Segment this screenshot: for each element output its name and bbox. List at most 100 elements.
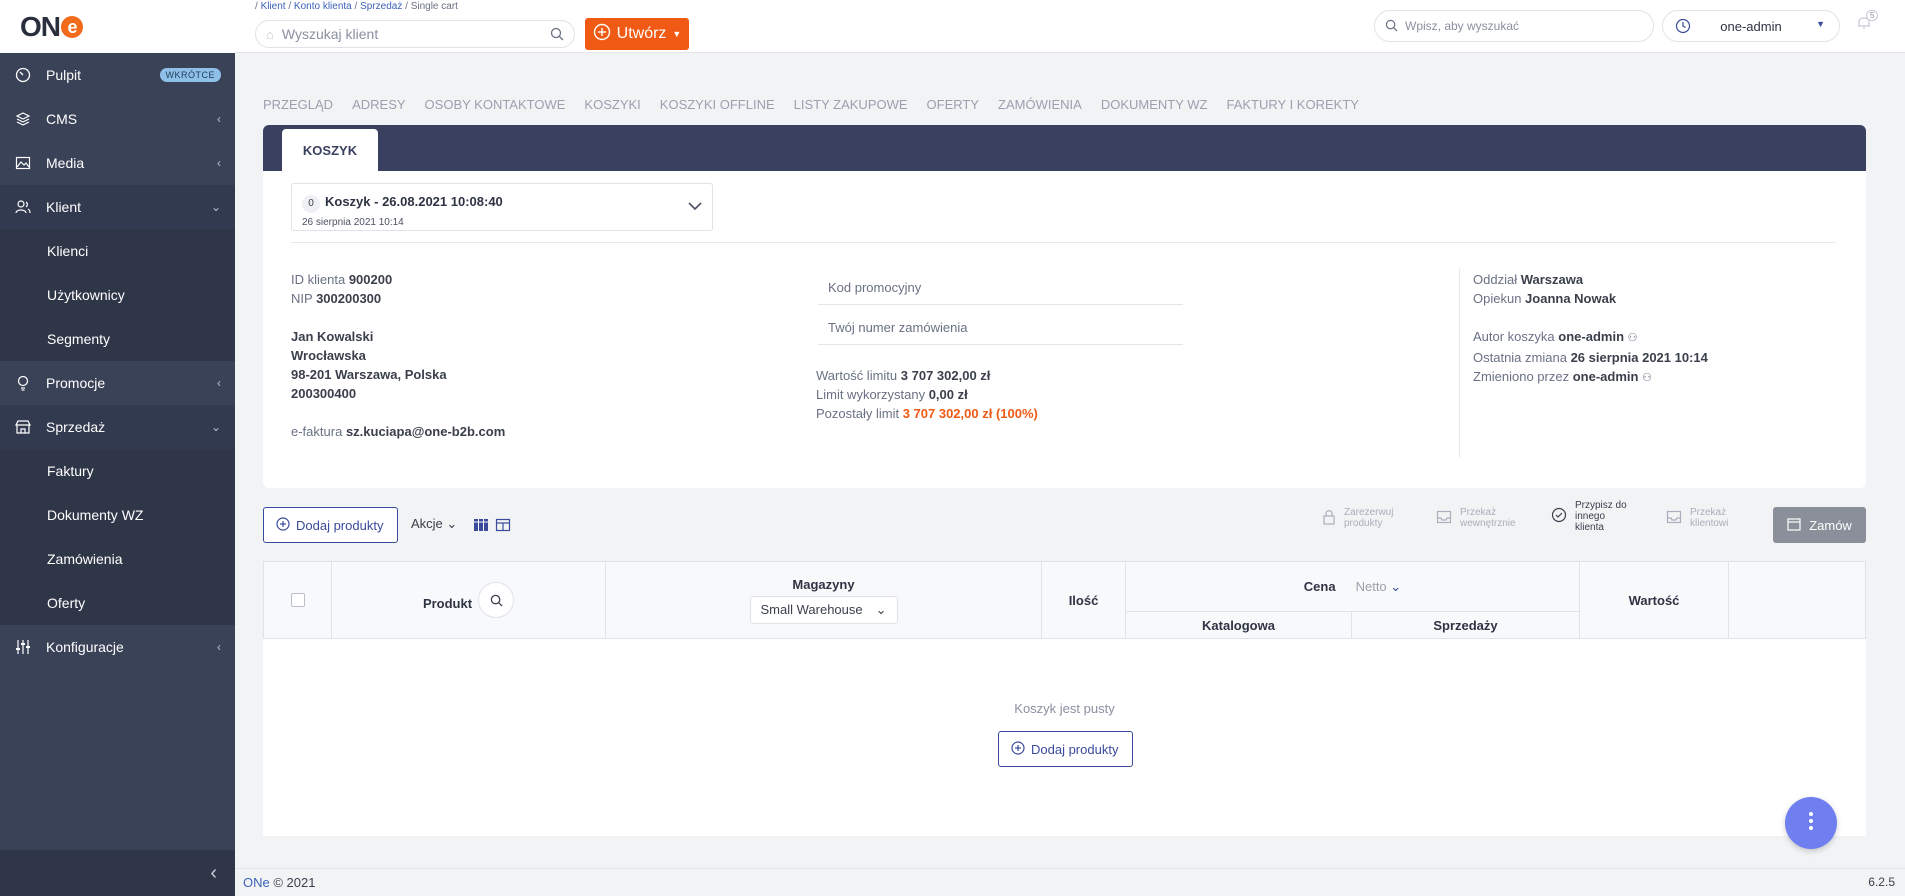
add-products-button[interactable]: Dodaj produkty (263, 507, 398, 543)
sidebar-item-dokumenty-wz[interactable]: Dokumenty WZ (0, 493, 235, 537)
tab-listy-zakupowe[interactable]: LISTY ZAKUPOWE (794, 97, 908, 112)
sidebar-item-label: Sprzedaż (46, 419, 106, 435)
tab-faktury-i-korekty[interactable]: FAKTURY I KOREKTY (1226, 97, 1358, 112)
breadcrumb-current: Single cart (410, 1, 458, 12)
limit-left-label: Pozostały limit (816, 406, 900, 421)
view-switcher (473, 517, 511, 538)
tab-koszyk[interactable]: KOSZYK (282, 129, 378, 171)
logo-text: ON (20, 10, 61, 42)
actions-dropdown[interactable]: Akcje ⌄ (411, 516, 457, 532)
calendar-icon (1787, 517, 1801, 534)
chevron-down-icon: ⌄ (875, 601, 887, 617)
tab-osoby-kontaktowe[interactable]: OSOBY KONTAKTOWE (425, 97, 566, 112)
sidebar-item-zamowienia[interactable]: Zamówienia (0, 537, 235, 581)
plus-circle-icon (276, 516, 290, 534)
order-number-field[interactable]: Twój numer zamówienia (818, 312, 1183, 345)
sidebar-item-promocje[interactable]: Promocje ‹ (0, 361, 235, 405)
client-search-input[interactable]: ⌂ Wyszukaj klient (255, 20, 575, 48)
chevron-left-icon: ‹ (217, 640, 221, 654)
footer-brand[interactable]: ONe (243, 875, 270, 890)
order-button[interactable]: Zamów (1773, 507, 1866, 543)
client-city: 98-201 Warszawa, Polska (291, 367, 447, 382)
create-button[interactable]: Utwórz ▼ (585, 18, 689, 50)
promo-code-field[interactable]: Kod promocyjny (818, 272, 1183, 305)
product-search-button[interactable] (478, 582, 515, 618)
more-actions-fab[interactable] (1785, 797, 1837, 849)
vertical-divider (1459, 268, 1460, 458)
tab-zamowienia[interactable]: ZAMÓWIENIA (998, 97, 1082, 112)
breadcrumb-link[interactable]: Klient (261, 1, 286, 12)
tab-koszyki-offline[interactable]: KOSZYKI OFFLINE (660, 97, 775, 112)
sidebar-item-oferty[interactable]: Oferty (0, 581, 235, 625)
sidebar-collapse-button[interactable]: ‹ (0, 850, 235, 896)
user-icon[interactable]: ⚇ (1642, 372, 1652, 384)
sidebar-item-label: Media (46, 155, 85, 171)
logo-e: e (61, 15, 83, 38)
caret-down-icon: ▼ (1816, 19, 1825, 29)
sidebar-item-segmenty[interactable]: Segmenty (0, 317, 235, 361)
reserve-line1: Zarezerwuj (1344, 507, 1394, 518)
plus-circle-icon (593, 23, 611, 46)
sidebar-item-konfiguracje[interactable]: Konfiguracje ‹ (0, 625, 235, 669)
changed-by-label: Zmieniono przez (1473, 369, 1570, 384)
tab-koszyki[interactable]: KOSZYKI (584, 97, 640, 112)
transfer-client-button[interactable]: Przekaż klientowi (1666, 507, 1728, 529)
sidebar-item-pulpit[interactable]: Pulpit WKRÓTCE (0, 53, 235, 97)
chevron-down-icon: ⌄ (210, 420, 221, 434)
client-street: Wrocławska (291, 348, 366, 363)
card-header: KOSZYK (263, 125, 1866, 171)
breadcrumb: / Klient / Konto klienta / Sprzedaż / Si… (255, 1, 458, 12)
user-icon[interactable]: ⚇ (1628, 332, 1638, 344)
chevron-left-icon: ‹ (217, 376, 221, 390)
sidebar-item-klient[interactable]: Klient ⌄ (0, 185, 235, 229)
assign-client-button[interactable]: Przypisz do innego klienta (1551, 500, 1627, 533)
client-email: sz.kuciapa@one-b2b.com (345, 424, 506, 439)
client-phone: 200300400 (291, 386, 357, 401)
tab-dokumenty-wz[interactable]: DOKUMENTY WZ (1101, 97, 1208, 112)
branch-value: Warszawa (1520, 272, 1584, 287)
sliders-icon (14, 638, 32, 656)
tab-przeglad[interactable]: PRZEGLĄD (263, 97, 333, 112)
assign-line3: klienta (1575, 522, 1604, 533)
cart-count-badge: 0 (302, 195, 320, 213)
sidebar-item-klienci[interactable]: Klienci (0, 229, 235, 273)
transfer-internal-button[interactable]: Przekaż wewnętrznie (1436, 507, 1516, 529)
tab-oferty[interactable]: OFERTY (927, 97, 980, 112)
add-products-label: Dodaj produkty (296, 517, 384, 533)
add-products-empty-button[interactable]: Dodaj produkty (998, 731, 1133, 767)
user-select[interactable]: one-admin ▼ (1662, 10, 1840, 42)
grid-view-icon[interactable] (473, 517, 489, 538)
sidebar-item-label: Dokumenty WZ (47, 507, 144, 523)
users-icon (14, 198, 32, 216)
sidebar-item-uzytkownicy[interactable]: Użytkownicy (0, 273, 235, 317)
sidebar-item-faktury[interactable]: Faktury (0, 449, 235, 493)
warehouse-select[interactable]: Small Warehouse ⌄ (749, 595, 898, 624)
search-icon[interactable] (550, 27, 564, 44)
price-mode-select[interactable]: Netto ⌄ (1356, 579, 1402, 595)
warehouse-selected: Small Warehouse (760, 602, 863, 617)
table-view-icon[interactable] (495, 517, 511, 538)
sidebar-item-label: Oferty (47, 595, 86, 611)
price-column: Cena Netto ⌄ Katalogowa Sprzedaży (1126, 562, 1580, 638)
sidebar-item-media[interactable]: Media ‹ (0, 141, 235, 185)
nip-value: 300200300 (316, 291, 382, 306)
breadcrumb-link[interactable]: Sprzedaż (360, 1, 402, 12)
changed-label: Ostatnia zmiana (1473, 350, 1567, 365)
credit-limits: Wartość limitu 3 707 302,00 zł Limit wyk… (816, 366, 1038, 423)
reserve-products-button[interactable]: Zarezerwuj produkty (1322, 507, 1393, 529)
tab-adresy[interactable]: ADRESY (352, 97, 405, 112)
sidebar-item-cms[interactable]: CMS ‹ (0, 97, 235, 141)
cart-select[interactable]: 0 Koszyk - 26.08.2021 10:08:40 26 sierpni… (291, 183, 713, 231)
sidebar-item-sprzedaz[interactable]: Sprzedaż ⌄ (0, 405, 235, 449)
branch-label: Oddział (1473, 272, 1518, 287)
client-id-label: ID klienta (291, 272, 346, 287)
search-icon (1385, 19, 1398, 35)
global-search-input[interactable]: Wpisz, aby wyszukać (1374, 10, 1654, 42)
notifications-bell-icon[interactable]: 5 (1857, 10, 1879, 35)
logo[interactable]: ON e (0, 0, 235, 53)
caret-down-icon: ▼ (672, 29, 682, 39)
cart-title: Koszyk - 26.08.2021 10:08:40 (325, 194, 503, 209)
select-all-checkbox[interactable] (290, 593, 305, 607)
transfer-client-line2: klientowi (1690, 518, 1729, 529)
breadcrumb-link[interactable]: Konto klienta (294, 1, 352, 12)
